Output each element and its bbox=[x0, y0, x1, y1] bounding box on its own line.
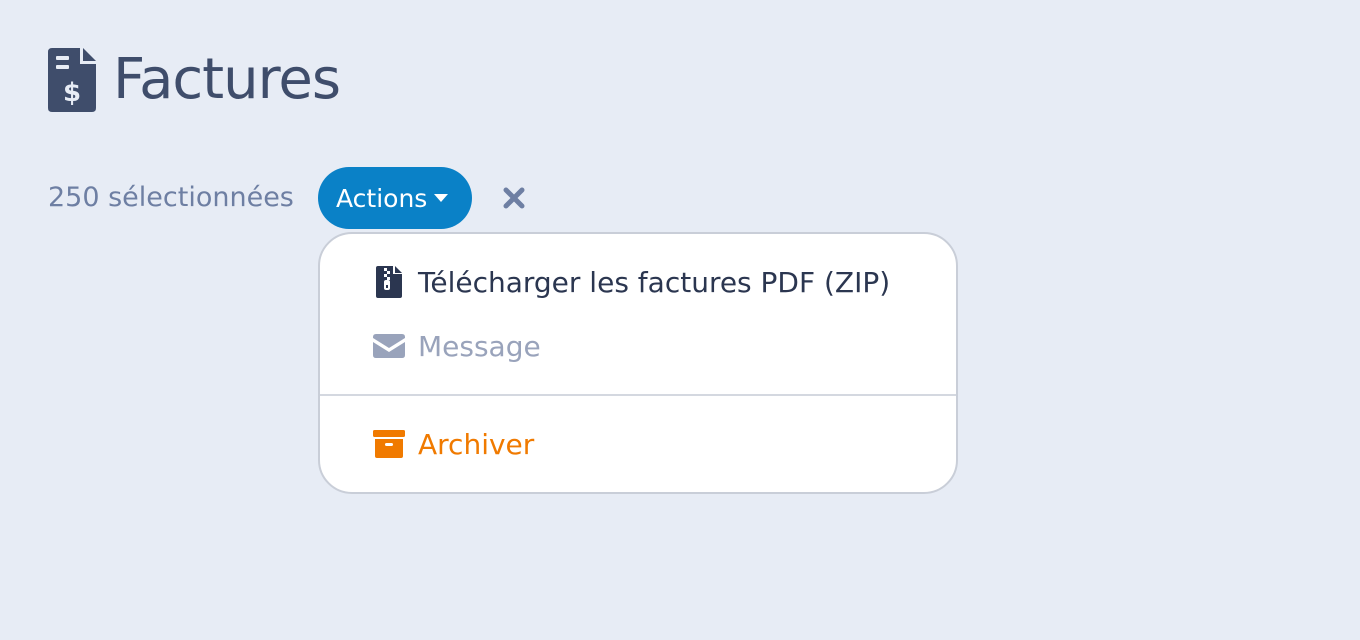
actions-button-label: Actions bbox=[336, 183, 428, 213]
menu-item-archive[interactable]: Archiver bbox=[320, 416, 956, 472]
menu-item-message[interactable]: Message bbox=[320, 318, 956, 374]
archive-box-icon bbox=[373, 430, 405, 458]
envelope-icon bbox=[373, 334, 405, 358]
menu-item-download-zip[interactable]: Télécharger les factures PDF (ZIP) bbox=[320, 254, 956, 310]
close-icon bbox=[503, 187, 525, 209]
menu-item-label: Archiver bbox=[418, 427, 535, 461]
svg-text:$: $ bbox=[63, 78, 81, 108]
file-invoice-dollar-icon: $ bbox=[48, 48, 96, 112]
page-title: Factures bbox=[113, 47, 341, 112]
selection-count: 250 sélectionnées bbox=[48, 182, 294, 213]
selection-bar: 250 sélectionnées Actions bbox=[48, 167, 525, 229]
menu-divider bbox=[320, 394, 956, 396]
file-zipper-icon bbox=[376, 266, 402, 298]
page-header: $ Factures bbox=[48, 47, 341, 113]
actions-dropdown-menu: Télécharger les factures PDF (ZIP) Messa… bbox=[318, 232, 958, 494]
menu-item-label: Télécharger les factures PDF (ZIP) bbox=[418, 265, 891, 299]
menu-item-label: Message bbox=[418, 329, 541, 363]
clear-selection-button[interactable] bbox=[500, 184, 528, 212]
caret-down-icon bbox=[434, 194, 449, 202]
actions-dropdown-button[interactable]: Actions bbox=[318, 167, 472, 229]
